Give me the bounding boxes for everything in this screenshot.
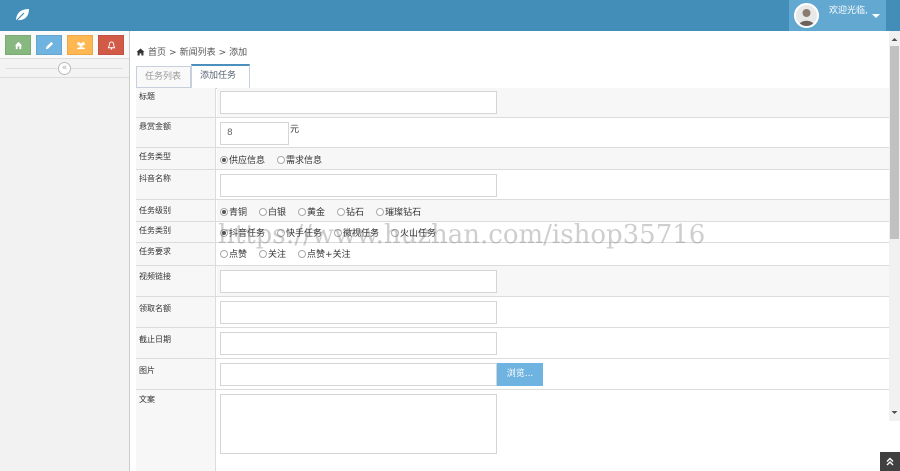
shortcut-users-button[interactable]: [67, 35, 93, 55]
main-content: 首页 > 新闻列表 > 添加 任务列表 添加任务 标题 悬赏金额 8 元 任务类型: [131, 31, 889, 471]
scrollbar-thumb[interactable]: [890, 46, 899, 239]
home-icon: [14, 41, 23, 50]
form-row-image: 图片 浏览...: [136, 359, 889, 390]
deadline-input[interactable]: [220, 332, 497, 355]
radio-huoshan-task[interactable]: 火山任务: [391, 226, 436, 239]
copy-label: 文案: [139, 395, 155, 404]
radio-supply[interactable]: 供应信息: [220, 153, 265, 166]
form-row-deadline: 截止日期: [136, 328, 889, 359]
radio-douyin-task[interactable]: 抖音任务: [220, 226, 265, 239]
scroll-down-arrow-icon[interactable]: [889, 408, 900, 417]
shortcut-edit-button[interactable]: [36, 35, 62, 55]
form-row-reward: 悬赏金额 8 元: [136, 118, 889, 148]
form-row-copy: 文案: [136, 390, 889, 471]
breadcrumb-separator: >: [169, 48, 177, 58]
breadcrumb-current: 添加: [229, 48, 248, 58]
leaf-logo-icon[interactable]: [14, 7, 30, 23]
image-file-input[interactable]: [220, 363, 497, 386]
reward-label: 悬赏金额: [139, 122, 171, 131]
caret-down-icon: [872, 14, 880, 18]
breadcrumb-home-link[interactable]: 首页: [148, 48, 166, 58]
top-navbar: 欢迎光临,: [0, 0, 900, 31]
form-row-title: 标题: [136, 88, 889, 118]
douyin-name-input[interactable]: [220, 174, 497, 197]
form-row-douyin-name: 抖音名称: [136, 170, 889, 200]
sidebar-collapse-bar: «: [0, 60, 129, 78]
shortcut-home-button[interactable]: [5, 35, 31, 55]
home-icon: [136, 48, 145, 56]
video-link-label: 视频链接: [139, 272, 171, 281]
sidebar-shortcuts: [0, 31, 129, 59]
reward-input[interactable]: 8: [220, 122, 289, 145]
quota-input[interactable]: [220, 301, 497, 324]
reward-unit: 元: [290, 125, 300, 135]
radio-brilliant-diamond[interactable]: 璀璨钻石: [376, 205, 421, 218]
avatar: [794, 3, 819, 28]
users-icon: [76, 42, 86, 50]
sidebar-collapse-button[interactable]: «: [58, 62, 71, 75]
form-row-quota: 领取名额: [136, 297, 889, 328]
radio-bronze[interactable]: 青铜: [220, 205, 247, 218]
task-type-label: 任务类型: [139, 152, 171, 161]
image-label: 图片: [139, 366, 155, 375]
radio-kuaishou-task[interactable]: 快手任务: [277, 226, 322, 239]
radio-like-follow[interactable]: 点赞+关注: [298, 247, 351, 260]
form-row-task-type: 任务类型 供应信息 需求信息: [136, 148, 889, 170]
task-category-label: 任务类别: [139, 226, 171, 235]
scroll-up-arrow-icon[interactable]: [889, 35, 900, 44]
radio-like[interactable]: 点赞: [220, 247, 247, 260]
radio-weishi-task[interactable]: 微视任务: [334, 226, 379, 239]
pencil-icon: [45, 41, 54, 50]
shortcut-bell-button[interactable]: [98, 35, 124, 55]
copy-textarea[interactable]: [220, 394, 497, 454]
tab-add-task[interactable]: 添加任务: [191, 64, 250, 89]
form-row-video-link: 视频链接: [136, 266, 889, 297]
form-row-task-level: 任务级别 青铜 白银 黄金 钻石 璀璨钻石: [136, 200, 889, 222]
user-menu[interactable]: 欢迎光临,: [789, 0, 886, 31]
title-input[interactable]: [220, 91, 497, 114]
task-level-radios: 青铜 白银 黄金 钻石 璀璨钻石: [220, 205, 433, 218]
task-level-label: 任务级别: [139, 206, 171, 215]
task-category-radios: 抖音任务 快手任务 微视任务 火山任务: [220, 226, 448, 239]
form-row-task-requirement: 任务要求 点赞 关注 点赞+关注: [136, 243, 889, 266]
breadcrumb-list-link[interactable]: 新闻列表: [180, 48, 216, 58]
task-requirement-label: 任务要求: [139, 247, 171, 256]
video-link-input[interactable]: [220, 270, 497, 293]
douyin-name-label: 抖音名称: [139, 174, 171, 183]
task-type-radios: 供应信息 需求信息: [220, 153, 334, 166]
deadline-label: 截止日期: [139, 335, 171, 344]
radio-silver[interactable]: 白银: [259, 205, 286, 218]
radio-diamond[interactable]: 钻石: [337, 205, 364, 218]
radio-gold[interactable]: 黄金: [298, 205, 325, 218]
form-row-task-category: 任务类别 抖音任务 快手任务 微视任务 火山任务: [136, 222, 889, 243]
tab-task-list[interactable]: 任务列表: [136, 66, 191, 88]
title-label: 标题: [139, 92, 155, 101]
breadcrumb: 首页 > 新闻列表 > 添加: [136, 45, 247, 58]
browse-button[interactable]: 浏览...: [497, 363, 543, 386]
sidebar: «: [0, 31, 130, 471]
task-requirement-radios: 点赞 关注 点赞+关注: [220, 247, 363, 260]
welcome-text: 欢迎光临,: [829, 6, 868, 16]
breadcrumb-separator: >: [218, 48, 227, 58]
bell-icon: [107, 41, 116, 50]
quota-label: 领取名额: [139, 304, 171, 313]
back-to-top-button[interactable]: [880, 452, 900, 471]
double-chevron-up-icon: [886, 457, 894, 466]
radio-follow[interactable]: 关注: [259, 247, 286, 260]
radio-demand[interactable]: 需求信息: [277, 153, 322, 166]
